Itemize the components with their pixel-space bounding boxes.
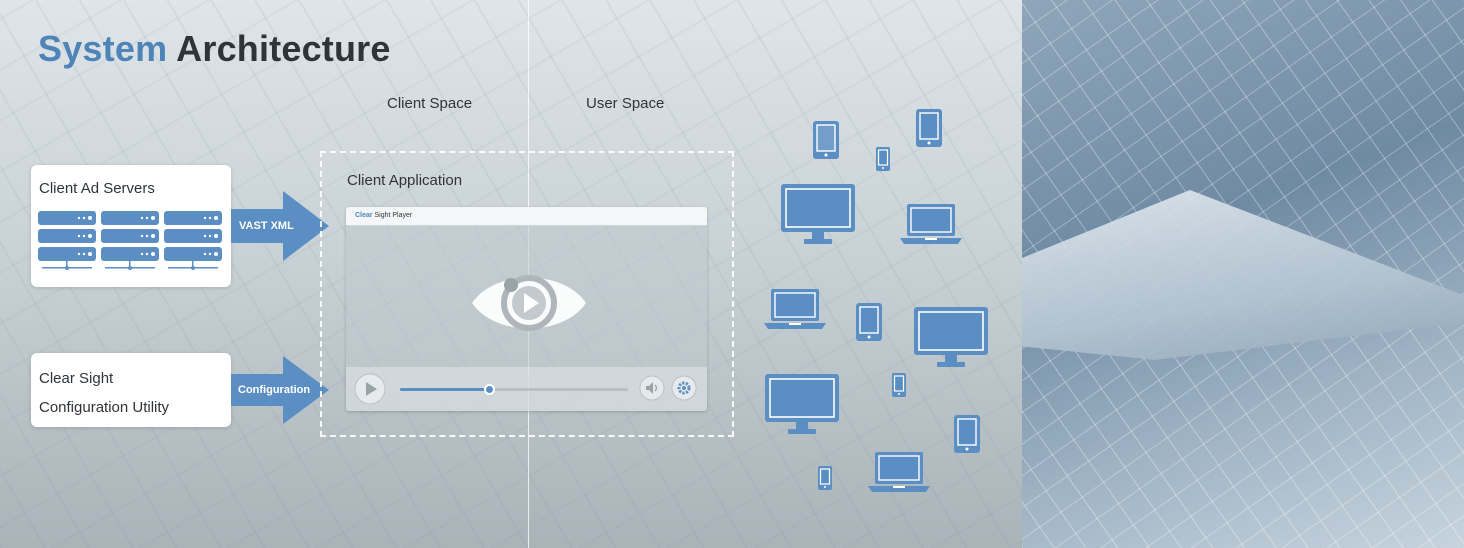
user-space-label: User Space xyxy=(586,95,665,112)
phone-icon xyxy=(892,373,906,397)
config-utility-line2: Configuration Utility xyxy=(39,399,170,416)
tablet-icon xyxy=(954,415,980,453)
ad-servers-title: Client Ad Servers xyxy=(39,180,155,197)
player-controls xyxy=(346,367,707,411)
configuration-label: Configuration xyxy=(238,384,311,396)
configuration-arrow: Configuration xyxy=(231,356,329,424)
tablet-icon xyxy=(856,303,882,341)
phone-icon xyxy=(876,147,890,171)
gear-icon[interactable] xyxy=(671,375,697,401)
seek-handle[interactable] xyxy=(483,384,495,395)
monitor-icon xyxy=(765,374,839,434)
laptop-icon xyxy=(764,289,826,329)
player-title-bar: Clear Sight Player xyxy=(346,207,707,226)
video-player: Clear Sight Player xyxy=(346,207,707,411)
title-part-1: System xyxy=(38,28,168,69)
config-utility-line1: Clear Sight xyxy=(39,370,114,387)
player-name: Sight Player xyxy=(374,212,413,219)
title-part-2: Architecture xyxy=(176,28,391,69)
client-application-title: Client Application xyxy=(347,172,463,189)
seek-bar[interactable] xyxy=(400,384,628,395)
vast-xml-arrow: VAST XML xyxy=(231,191,329,261)
client-space-label: Client Space xyxy=(387,95,473,112)
monitor-icon xyxy=(781,184,855,244)
tablet-icon xyxy=(813,121,839,159)
laptop-icon xyxy=(900,204,962,244)
vast-xml-label: VAST XML xyxy=(239,220,294,232)
tablet-icon xyxy=(916,109,942,147)
server-rack-icon xyxy=(38,211,222,270)
player-brand: Clear xyxy=(355,212,373,219)
play-button[interactable] xyxy=(354,373,386,405)
page-title: System Architecture xyxy=(38,28,391,70)
seek-progress xyxy=(400,388,489,391)
volume-icon[interactable] xyxy=(639,375,665,401)
laptop-icon xyxy=(868,452,930,492)
config-utility-card: Clear Sight Configuration Utility xyxy=(31,353,231,427)
monitor-icon xyxy=(914,307,988,367)
ad-servers-card: Client Ad Servers xyxy=(31,165,231,287)
eye-play-icon[interactable] xyxy=(470,265,588,341)
phone-icon xyxy=(818,466,832,490)
